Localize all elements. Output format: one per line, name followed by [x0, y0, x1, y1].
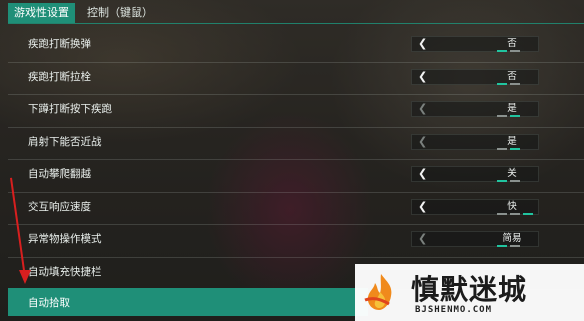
setting-label: 疾跑打断换弹	[28, 38, 91, 50]
setting-row-interaction-speed[interactable]: 交互响应速度 ❮ 快	[8, 193, 584, 225]
setting-row-auto-vault[interactable]: 自动攀爬翻越 ❮ 关	[8, 160, 584, 193]
setting-label: 交互响应速度	[28, 200, 91, 213]
setting-value: 快	[507, 200, 517, 212]
tab-underline	[8, 23, 584, 24]
setting-row-auto-pickup[interactable]: 自动拾取	[8, 288, 368, 316]
value-selector[interactable]: ❮ 是	[411, 133, 539, 150]
setting-label: 肩射下能否近战	[28, 135, 102, 148]
setting-value: 简易	[502, 233, 522, 244]
value-selector[interactable]: ❮ 否	[411, 68, 539, 85]
settings-list: 疾跑打断换弹 ❮ 否 疾跑打断拉栓 ❮ 否 下蹲打断按下疾跑 ❮ 是 肩射下能否…	[8, 30, 584, 290]
option-indicator	[497, 245, 520, 247]
setting-value: 否	[507, 38, 517, 49]
option-indicator	[497, 147, 520, 150]
setting-value: 关	[507, 168, 517, 179]
option-tick	[497, 212, 507, 215]
tab-controls-keyboard-mouse[interactable]: 控制（键鼠）	[81, 3, 159, 23]
setting-label: 疾跑打断拉栓	[28, 70, 91, 83]
annotation-arrow-head	[19, 270, 31, 284]
watermark: 慎默迷城 BJSHENMO.COM	[355, 264, 584, 321]
setting-row-sprint-cancel-bolt[interactable]: 疾跑打断拉栓 ❮ 否	[8, 63, 584, 95]
option-indicator	[497, 212, 533, 215]
option-tick	[510, 82, 520, 85]
value-selector[interactable]: ❮ 快	[411, 198, 539, 215]
option-tick	[510, 147, 520, 150]
value-selector[interactable]: ❮ 关	[411, 166, 539, 182]
setting-row-anomaly-operation-mode[interactable]: 异常物操作模式 ❮ 简易	[8, 225, 584, 258]
option-tick	[510, 245, 520, 247]
flame-logo-icon	[364, 274, 392, 310]
setting-row-sprint-cancel-reload[interactable]: 疾跑打断换弹 ❮ 否	[8, 30, 584, 63]
settings-tabs: 游戏性设置 控制（键鼠）	[8, 2, 159, 24]
watermark-title: 慎默迷城	[411, 273, 528, 306]
option-indicator	[497, 82, 520, 85]
setting-value: 是	[507, 103, 517, 114]
option-indicator	[497, 115, 520, 117]
option-tick	[510, 50, 520, 52]
option-tick	[497, 82, 507, 85]
value-selector[interactable]: ❮ 是	[411, 101, 539, 117]
option-tick	[497, 245, 507, 247]
setting-row-melee-while-aiming[interactable]: 肩射下能否近战 ❮ 是	[8, 128, 584, 160]
option-tick	[497, 180, 507, 182]
tab-gameplay[interactable]: 游戏性设置	[8, 3, 75, 23]
option-tick	[510, 115, 520, 117]
option-tick	[523, 212, 533, 215]
setting-value: 否	[507, 70, 517, 82]
option-tick	[497, 115, 507, 117]
option-tick	[497, 50, 507, 52]
setting-label: 自动拾取	[28, 297, 70, 309]
option-tick	[510, 212, 520, 215]
chevron-left-icon: ❮	[418, 232, 428, 245]
setting-label: 异常物操作模式	[28, 233, 102, 245]
chevron-left-icon: ❮	[418, 102, 428, 115]
option-indicator	[497, 180, 520, 182]
value-selector[interactable]: ❮ 简易	[411, 231, 539, 247]
setting-label: 自动攀爬翻越	[28, 168, 91, 180]
setting-label: 下蹲打断按下疾跑	[28, 103, 112, 115]
setting-row-crouch-cancel-sprint[interactable]: 下蹲打断按下疾跑 ❮ 是	[8, 95, 584, 128]
chevron-left-icon[interactable]: ❮	[418, 70, 427, 84]
value-selector[interactable]: ❮ 否	[411, 36, 539, 52]
chevron-left-icon[interactable]: ❮	[418, 200, 427, 214]
watermark-url: BJSHENMO.COM	[415, 305, 493, 315]
option-tick	[497, 147, 507, 150]
chevron-left-icon[interactable]: ❮	[418, 167, 427, 181]
setting-value: 是	[507, 135, 517, 147]
setting-label: 自动填充快捷栏	[28, 265, 102, 278]
chevron-left-icon[interactable]: ❮	[418, 37, 427, 51]
chevron-left-icon: ❮	[418, 134, 428, 148]
option-indicator	[497, 50, 520, 52]
option-tick	[510, 180, 520, 182]
